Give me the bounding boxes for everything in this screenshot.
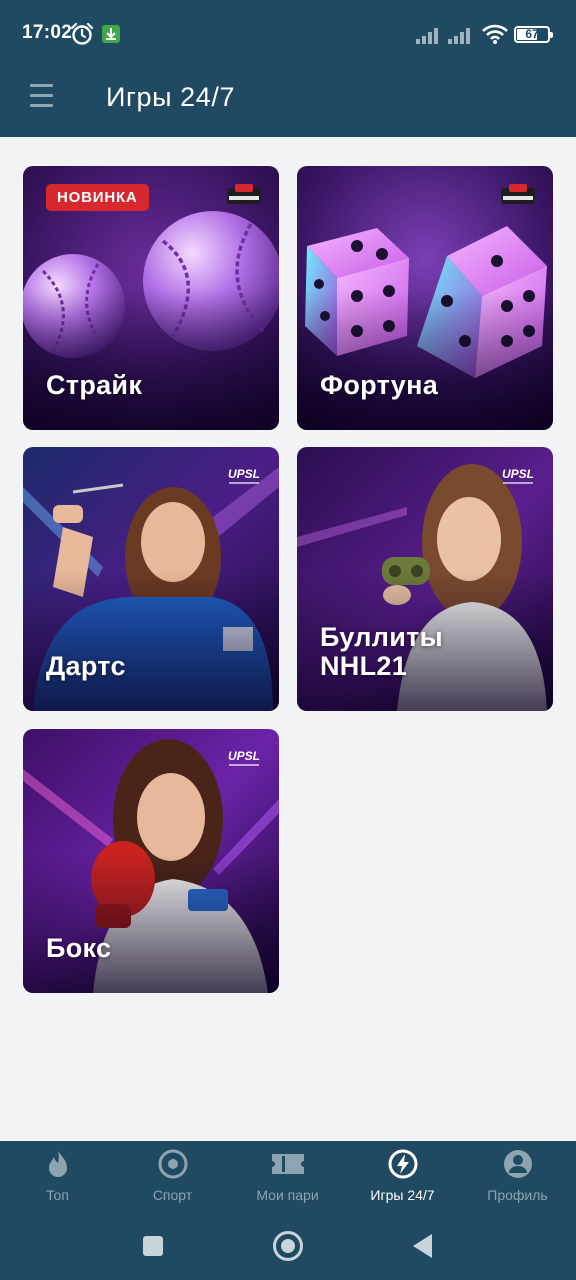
wifi-icon: [482, 24, 508, 44]
target-icon: [158, 1149, 187, 1179]
nav-item-sport[interactable]: Спорт: [115, 1141, 230, 1211]
nav-label: Мои пари: [256, 1187, 319, 1203]
game-title: Дартс: [46, 651, 126, 681]
signal-icon: [448, 28, 470, 44]
new-badge: НОВИНКА: [46, 184, 149, 211]
battery-text: 67: [525, 27, 539, 41]
game-title: Буллиты NHL21: [320, 622, 443, 681]
nav-item-my-bets[interactable]: Мои пари: [230, 1141, 345, 1211]
game-title: Фортуна: [320, 370, 439, 400]
svg-text:UPSL: UPSL: [228, 749, 260, 763]
upsl-logo: UPSL: [228, 467, 260, 484]
game-card-fortuna[interactable]: Фортуна: [297, 166, 553, 430]
upsl-logo: UPSL: [502, 467, 534, 484]
signal-icon: [416, 28, 438, 44]
svg-text:UPSL: UPSL: [228, 467, 260, 481]
recents-button[interactable]: [143, 1236, 163, 1256]
system-nav-bar: [0, 1211, 576, 1280]
card-shade: [297, 290, 553, 430]
nardball-logo: [227, 184, 261, 204]
upsl-logo: UPSL: [228, 749, 260, 766]
svg-text:UPSL: UPSL: [502, 467, 534, 481]
lightning-icon: [388, 1149, 417, 1179]
game-title: Страйк: [46, 370, 143, 400]
page-title: Игры 24/7: [106, 82, 236, 112]
nav-label: Топ: [46, 1187, 69, 1203]
home-button[interactable]: [273, 1231, 303, 1261]
bottom-nav: Топ Спорт Мои пари Игры 24/7 Профиль: [0, 1141, 576, 1211]
nav-item-profile[interactable]: Профиль: [460, 1141, 575, 1211]
menu-icon[interactable]: [30, 84, 53, 108]
nav-item-top[interactable]: Топ: [0, 1141, 115, 1211]
nav-label: Спорт: [152, 1187, 193, 1203]
game-card-bullity-nhl21[interactable]: UPSL Буллиты NHL21: [297, 447, 553, 711]
nav-item-games-24-7[interactable]: Игры 24/7: [345, 1141, 460, 1211]
card-shade: [23, 853, 279, 993]
back-button[interactable]: [412, 1233, 434, 1259]
game-card-boxing[interactable]: UPSL Бокс: [23, 729, 279, 993]
flame-icon: [48, 1151, 67, 1177]
profile-icon: [503, 1150, 532, 1178]
card-shade: [23, 571, 279, 711]
app-header: 17:02 67 Игры 24/7: [0, 0, 576, 137]
nardball-logo: [501, 184, 535, 204]
ticket-icon: [271, 1154, 304, 1174]
battery-indicator: 67: [514, 26, 553, 43]
nav-label: Профиль: [487, 1187, 548, 1203]
status-time: 17:02: [22, 22, 73, 43]
download-icon: [102, 25, 120, 43]
game-title: Бокс: [46, 933, 112, 963]
card-shade: [23, 290, 279, 430]
game-card-strike[interactable]: НОВИНКА Страйк: [23, 166, 279, 430]
game-card-darts[interactable]: UPSL Дартс: [23, 447, 279, 711]
status-bar: 17:02 67: [0, 0, 576, 66]
alarm-icon: [70, 22, 94, 45]
nav-label: Игры 24/7: [370, 1187, 435, 1203]
